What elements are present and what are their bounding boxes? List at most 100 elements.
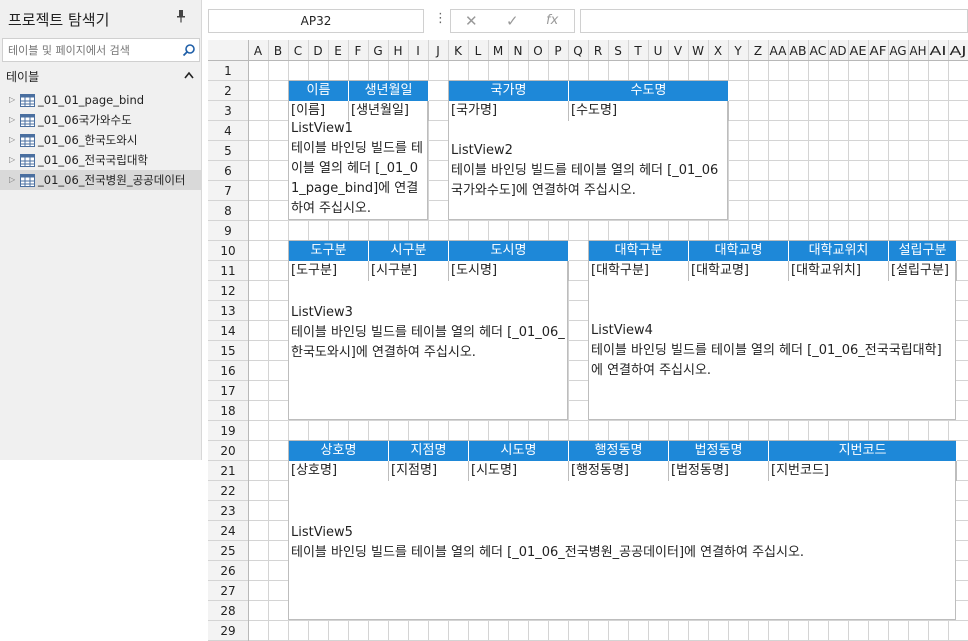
row-header[interactable]: 14 (220, 324, 235, 338)
tree-item[interactable]: ▷ _01_06_전국국립대학 (0, 150, 201, 170)
column-header[interactable]: S (614, 44, 622, 58)
row-header[interactable]: 21 (220, 464, 235, 478)
column-header[interactable]: U (654, 44, 663, 58)
listview-1[interactable]: 이름 생년월일 [이름] [생년월일] ListView1 테이블 바인딩 빌드를 테이블… (288, 80, 429, 220)
listview-header-cell[interactable]: 대학교위치 (789, 241, 889, 261)
column-header[interactable]: K (454, 44, 463, 58)
row-header[interactable]: 25 (220, 544, 235, 558)
column-header[interactable]: R (594, 44, 602, 58)
row-header[interactable]: 23 (220, 504, 235, 518)
column-header[interactable]: W (692, 44, 704, 58)
cancel-icon[interactable]: ✕ (465, 12, 478, 30)
row-header[interactable]: 13 (220, 304, 235, 318)
pin-icon[interactable] (176, 10, 186, 26)
row-header[interactable]: 5 (224, 144, 232, 158)
column-header[interactable]: AF (870, 44, 887, 58)
column-header[interactable]: X (714, 44, 722, 58)
listview-bind-cell[interactable]: [도시명] (449, 261, 569, 281)
column-header[interactable]: I (416, 44, 420, 58)
listview-bind-cell[interactable]: [설립구분] (889, 261, 957, 281)
row-header[interactable]: 12 (220, 284, 235, 298)
listview-bind-cell[interactable]: [이름] (289, 101, 349, 121)
row-header[interactable]: 6 (224, 164, 232, 178)
collapse-icon[interactable] (184, 68, 194, 82)
tree-item[interactable]: ▷ _01_06국가와수도 (0, 110, 201, 130)
listview-bind-cell[interactable]: [국가명] (449, 101, 569, 121)
listview-header-cell[interactable]: 국가명 (449, 81, 569, 101)
listview-2[interactable]: 국가명 수도명 [국가명] [수도명] ListView2 테이블 바인딩 빌드를 테이블… (448, 80, 729, 220)
column-header[interactable]: AD (830, 44, 847, 58)
column-header[interactable]: AG (890, 44, 907, 58)
confirm-icon[interactable]: ✓ (506, 12, 519, 30)
row-header[interactable]: 28 (220, 604, 235, 618)
column-header[interactable]: Z (754, 44, 762, 58)
listview-header-cell[interactable]: 이름 (289, 81, 349, 101)
row-header[interactable]: 4 (224, 124, 232, 138)
row-header[interactable]: 8 (224, 204, 232, 218)
row-header[interactable]: 15 (220, 344, 235, 358)
search-icon[interactable] (182, 43, 196, 57)
row-header[interactable]: 24 (220, 524, 235, 538)
listview-header-cell[interactable]: 대학교명 (689, 241, 789, 261)
row-header[interactable]: 16 (220, 364, 235, 378)
listview-4[interactable]: 대학구분 대학교명 대학교위치 설립구분 [대학구분] [대학교명] [대학교위치] [설립구… (588, 240, 957, 420)
column-header[interactable]: A (254, 44, 263, 58)
column-header[interactable]: V (674, 44, 683, 58)
row-header[interactable]: 27 (220, 584, 235, 598)
column-header[interactable]: AC (810, 44, 827, 58)
row-header[interactable]: 17 (220, 384, 235, 398)
column-header[interactable]: Y (733, 44, 742, 58)
column-header[interactable]: M (493, 44, 503, 58)
listview-header-cell[interactable]: 시구분 (369, 241, 449, 261)
listview-header-cell[interactable]: 수도명 (569, 81, 729, 101)
listview-header-cell[interactable]: 시도명 (469, 441, 569, 461)
explorer-search[interactable] (2, 38, 200, 62)
column-header[interactable]: T (633, 44, 642, 58)
listview-header-cell[interactable]: 지점명 (389, 441, 469, 461)
search-input[interactable] (3, 39, 173, 61)
column-header[interactable]: H (393, 44, 402, 58)
listview-header-cell[interactable]: 생년월일 (349, 81, 429, 101)
expand-icon[interactable]: ▷ (9, 110, 15, 130)
listview-bind-cell[interactable]: [법정동명] (669, 461, 769, 481)
more-options-icon[interactable]: ⋮ (434, 11, 447, 26)
fx-icon[interactable]: fx (546, 13, 558, 28)
formula-input[interactable] (580, 9, 968, 33)
column-header[interactable]: AJ (950, 44, 967, 58)
listview-bind-cell[interactable]: [시도명] (469, 461, 569, 481)
listview-3[interactable]: 도구분 시구분 도시명 [도구분] [시구분] [도시명] ListView3 테이블 바인딩… (288, 240, 569, 420)
expand-icon[interactable]: ▷ (9, 90, 15, 110)
listview-bind-cell[interactable]: [상호명] (289, 461, 389, 481)
listview-bind-cell[interactable]: [대학구분] (589, 261, 689, 281)
cell-reference-box[interactable]: AP32 (208, 9, 424, 33)
listview-bind-cell[interactable]: [도구분] (289, 261, 369, 281)
row-header[interactable]: 18 (220, 404, 235, 418)
expand-icon[interactable]: ▷ (9, 170, 15, 190)
listview-bind-cell[interactable]: [생년월일] (349, 101, 429, 121)
row-header[interactable]: 29 (220, 624, 235, 638)
listview-header-cell[interactable]: 상호명 (289, 441, 389, 461)
column-header[interactable]: O (533, 44, 542, 58)
column-header[interactable]: D (313, 44, 322, 58)
listview-header-cell[interactable]: 설립구분 (889, 241, 957, 261)
tree-item[interactable]: ▷ _01_01_page_bind (0, 90, 201, 110)
expand-icon[interactable]: ▷ (9, 130, 15, 150)
row-header[interactable]: 3 (224, 104, 232, 118)
row-header[interactable]: 9 (224, 224, 232, 238)
column-header[interactable]: Q (573, 44, 582, 58)
row-header[interactable]: 2 (224, 84, 232, 98)
column-header[interactable]: C (294, 44, 302, 58)
listview-bind-cell[interactable]: [지번코드] (769, 461, 957, 481)
column-header[interactable]: AE (850, 44, 867, 58)
row-header[interactable]: 20 (220, 444, 235, 458)
row-header[interactable]: 11 (220, 264, 235, 278)
column-header[interactable]: AA (770, 44, 788, 58)
tree-item-selected[interactable]: ▷ _01_06_전국병원_공공데이터 (0, 170, 201, 190)
row-header[interactable]: 22 (220, 484, 235, 498)
listview-bind-cell[interactable]: [지점명] (389, 461, 469, 481)
listview-header-cell[interactable]: 지번코드 (769, 441, 957, 461)
listview-bind-cell[interactable]: [대학교위치] (789, 261, 889, 281)
row-header[interactable]: 1 (224, 64, 232, 78)
spreadsheet-grid[interactable]: A B C D E F G H I J K L M N O P Q R S T U V W X Y Z AA AB AC AD AE AF AG… (208, 40, 968, 641)
column-header[interactable]: P (554, 44, 561, 58)
